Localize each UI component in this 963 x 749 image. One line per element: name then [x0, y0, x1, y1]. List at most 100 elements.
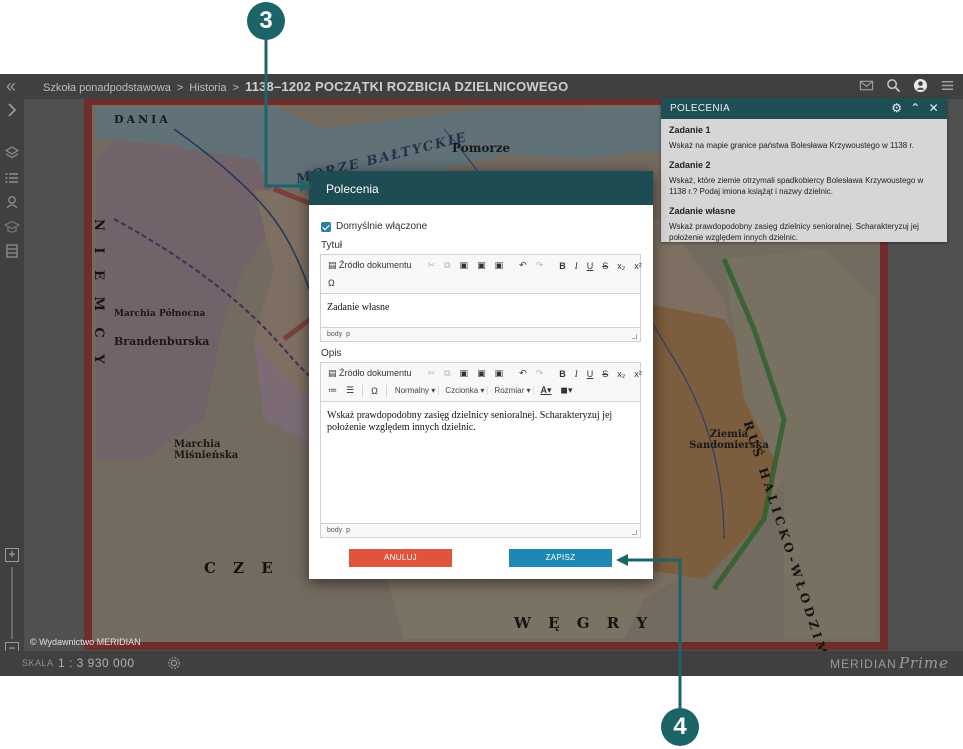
- cut-icon[interactable]: ✂: [425, 368, 439, 379]
- chevron-right-icon[interactable]: [4, 102, 20, 118]
- collapse-up-icon[interactable]: ⌃: [910, 101, 920, 115]
- checkbox-checked-icon[interactable]: [321, 221, 331, 232]
- underline-button[interactable]: U: [584, 369, 597, 379]
- numbered-list-icon[interactable]: ≔: [325, 385, 340, 396]
- source-button[interactable]: ▤ Źródło dokumentu: [325, 368, 415, 379]
- paste-word-icon[interactable]: ▣: [492, 368, 507, 379]
- size-select[interactable]: Rozmiar ▾: [491, 386, 535, 395]
- task-item[interactable]: Zadanie 1 Wskaż na mapie granice państwa…: [669, 125, 939, 151]
- default-enabled-checkbox[interactable]: Domyślnie włączone: [321, 221, 427, 232]
- superscript-button[interactable]: x²: [631, 369, 645, 379]
- superscript-button[interactable]: x²: [631, 261, 645, 271]
- breadcrumb-separator: >: [176, 82, 184, 94]
- paste-text-icon[interactable]: ▣: [474, 368, 489, 379]
- panel-body: Zadanie 1 Wskaż na mapie granice państwa…: [661, 119, 947, 258]
- undo-icon[interactable]: ↶: [516, 368, 530, 379]
- italic-button[interactable]: I: [572, 369, 581, 379]
- background-color-icon[interactable]: ◼▾: [558, 385, 576, 396]
- special-char-icon[interactable]: Ω: [368, 386, 381, 396]
- italic-button[interactable]: I: [572, 261, 581, 271]
- title-input[interactable]: Zadanie własne: [321, 294, 640, 327]
- breadcrumb: Szkoła ponadpodstawowa > Historia >1138–120…: [43, 79, 568, 94]
- paste-icon[interactable]: ▣: [457, 260, 472, 271]
- cancel-button[interactable]: ANULUJ: [349, 549, 452, 567]
- strike-button[interactable]: S: [599, 369, 611, 379]
- subscript-button[interactable]: x₂: [614, 369, 628, 379]
- paste-text-icon[interactable]: ▣: [474, 260, 489, 271]
- description-editor: ▤ Źródło dokumentu ✂ ⧉ ▣ ▣ ▣ ↶ ↷ B I U S…: [320, 362, 642, 538]
- layers-icon[interactable]: [4, 145, 20, 161]
- menu-icon[interactable]: [940, 78, 955, 93]
- task-text: Wskaż na mapie granice państwa Bolesława…: [669, 141, 914, 150]
- toolbar-icons: [859, 78, 955, 93]
- editor-toolbar: ▤ Źródło dokumentu ✂ ⧉ ▣ ▣ ▣ ↶ ↷ B I U S…: [321, 363, 642, 402]
- source-button[interactable]: ▤ Źródło dokumentu: [325, 260, 415, 271]
- settings-icon[interactable]: ⚙: [891, 101, 902, 115]
- task-item[interactable]: Zadanie własne Wskaż prawdopodobny zasię…: [669, 206, 939, 243]
- task-text: Wskaż prawdopodobny zasięg dzielnicy sen…: [669, 222, 919, 242]
- zoom-slider[interactable]: [11, 567, 13, 639]
- title-editor: ▤ Źródło dokumentu ✂ ⧉ ▣ ▣ ▣ ↶ ↷ B I U S…: [320, 254, 642, 342]
- instructions-dialog: Polecenia Domyślnie włączone Tytuł ▤ Źró…: [309, 171, 653, 579]
- undo-icon[interactable]: ↶: [516, 260, 530, 271]
- task-item[interactable]: Zadanie 2 Wskaż, które ziemie otrzymali …: [669, 160, 939, 197]
- brand-name: MERIDIAN: [830, 657, 897, 671]
- callout-badge: 3: [247, 2, 285, 40]
- title-field-label: Tytuł: [321, 240, 343, 251]
- close-icon[interactable]: ✕: [929, 101, 939, 115]
- breadcrumb-item-school[interactable]: Szkoła ponadpodstawowa: [43, 82, 171, 94]
- subscript-button[interactable]: x₂: [614, 261, 628, 271]
- dialog-title: Polecenia: [309, 171, 653, 205]
- paste-word-icon[interactable]: ▣: [492, 260, 507, 271]
- save-button[interactable]: ZAPISZ: [509, 549, 612, 567]
- bulleted-list-icon[interactable]: ☰: [343, 385, 357, 396]
- cut-icon[interactable]: ✂: [425, 260, 439, 271]
- resize-handle[interactable]: [632, 530, 637, 535]
- scale-label: SKALA: [22, 658, 54, 668]
- text-color-icon[interactable]: A▾: [537, 385, 554, 396]
- panel-controls: ⚙ ⌃ ✕: [891, 101, 939, 115]
- task-title: Zadanie własne: [669, 206, 736, 216]
- collapse-icon[interactable]: «: [6, 77, 16, 95]
- bottom-bar: SKALA 1 : 3 930 000 MERIDIAN Prime: [0, 651, 963, 676]
- list-icon[interactable]: [4, 170, 20, 186]
- search-icon[interactable]: [886, 78, 901, 93]
- description-field-label: Opis: [321, 348, 342, 359]
- copy-icon[interactable]: ⧉: [441, 368, 453, 379]
- zoom-in-button[interactable]: +: [5, 548, 19, 562]
- checkbox-label: Domyślnie włączone: [336, 221, 428, 232]
- graduation-icon[interactable]: [4, 219, 20, 235]
- brand-suffix: Prime: [898, 654, 949, 672]
- breadcrumb-separator: >: [232, 82, 239, 94]
- special-char-icon[interactable]: Ω: [325, 278, 338, 288]
- scale-value: 1 : 3 930 000: [58, 656, 135, 670]
- book-icon[interactable]: [4, 243, 20, 259]
- underline-button[interactable]: U: [584, 261, 597, 271]
- format-select[interactable]: Normalny ▾: [392, 386, 440, 395]
- bold-button[interactable]: B: [556, 261, 569, 271]
- top-bar: « Szkoła ponadpodstawowa > Historia >1138–1…: [0, 74, 963, 99]
- strike-button[interactable]: S: [599, 261, 611, 271]
- task-text: Wskaż, które ziemie otrzymali spadkobier…: [669, 176, 924, 196]
- bold-button[interactable]: B: [556, 369, 569, 379]
- instructions-panel: POLECENIA ⚙ ⌃ ✕ Zadanie 1 Wskaż na mapie…: [661, 98, 947, 242]
- task-title: Zadanie 1: [669, 125, 711, 135]
- gear-icon[interactable]: [167, 656, 181, 670]
- left-sidebar: + −: [0, 99, 24, 656]
- panel-header: POLECENIA ⚙ ⌃ ✕: [661, 98, 947, 119]
- element-path: body p: [321, 327, 640, 341]
- map-marker-icon[interactable]: [4, 194, 20, 210]
- description-input[interactable]: Wskaż prawdopodobny zasięg dzielnicy sen…: [321, 402, 640, 523]
- breadcrumb-item-history[interactable]: Historia: [189, 82, 226, 94]
- font-select[interactable]: Czcionka ▾: [442, 386, 489, 395]
- callout-badge: 4: [661, 708, 699, 746]
- mail-icon[interactable]: [859, 78, 874, 93]
- page-title: 1138–1202 POCZĄTKI ROZBICIA DZIELNICOWEG…: [244, 79, 569, 94]
- user-icon[interactable]: [913, 78, 928, 93]
- copy-icon[interactable]: ⧉: [441, 260, 453, 271]
- editor-toolbar: ▤ Źródło dokumentu ✂ ⧉ ▣ ▣ ▣ ↶ ↷ B I U S…: [321, 255, 642, 294]
- redo-icon[interactable]: ↷: [533, 368, 547, 379]
- redo-icon[interactable]: ↷: [533, 260, 547, 271]
- resize-handle[interactable]: [632, 334, 637, 339]
- paste-icon[interactable]: ▣: [457, 368, 472, 379]
